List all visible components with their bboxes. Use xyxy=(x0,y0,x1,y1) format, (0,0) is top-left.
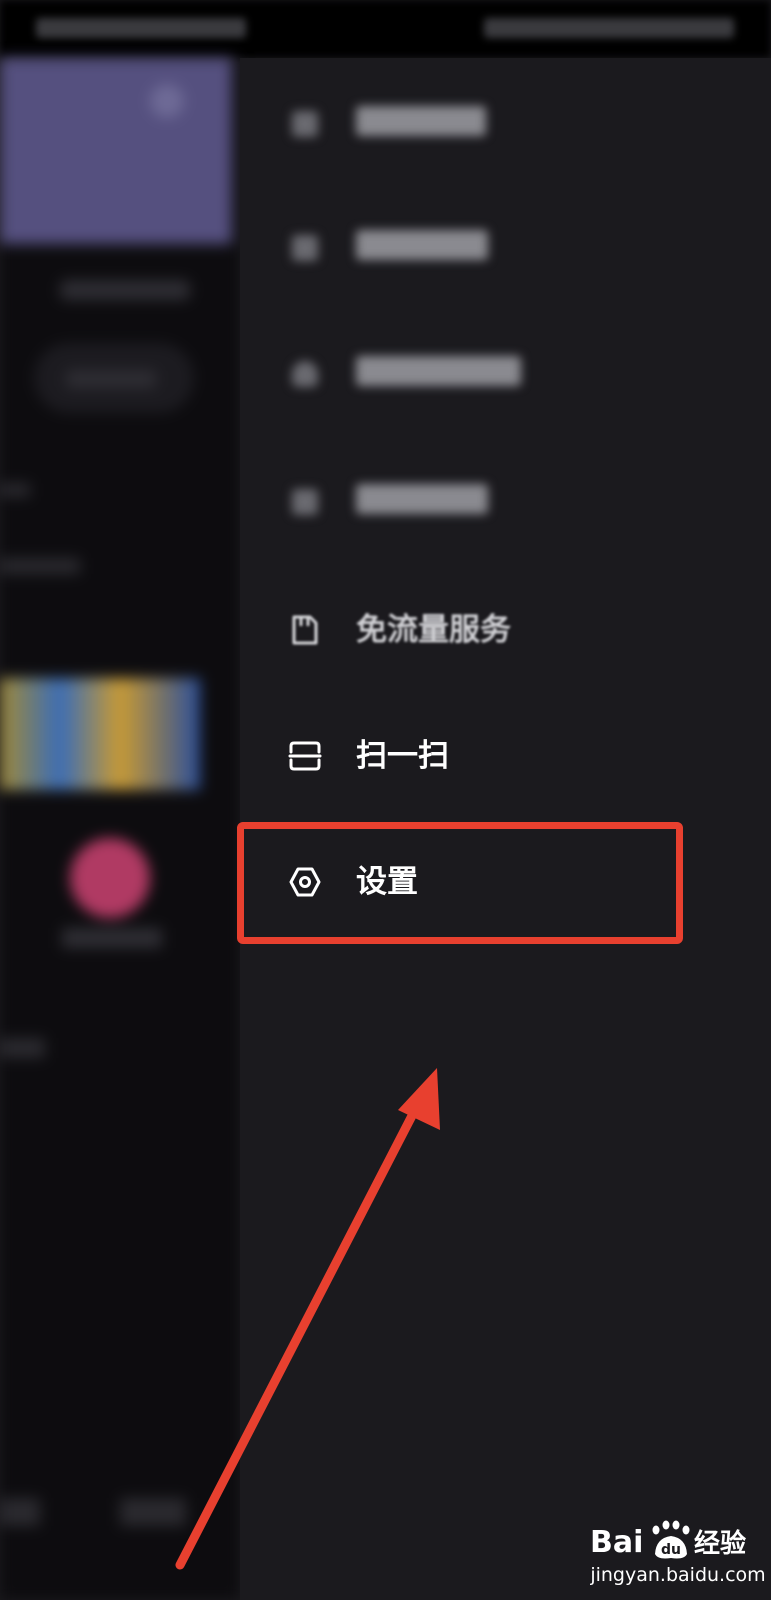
phone-screen: 免流量服务 扫一扫 设置 Bai du 经验 jingyan.baidu.com xyxy=(0,0,771,1600)
blurred-label-placeholder xyxy=(356,106,486,144)
status-bar xyxy=(0,0,771,58)
blurred-thumbnail xyxy=(0,678,200,790)
square-icon xyxy=(288,108,322,140)
menu-item-label: 免流量服务 xyxy=(356,612,511,648)
blurred-tab-row xyxy=(60,280,190,300)
blurred-label-placeholder xyxy=(356,230,488,268)
menu-item-scan[interactable]: 扫一扫 xyxy=(240,716,771,796)
blurred-text xyxy=(0,558,80,574)
banner-button xyxy=(150,84,184,118)
blurred-bottom-tab xyxy=(0,1498,40,1526)
blurred-text xyxy=(0,1038,45,1058)
menu-item-free-data-service[interactable]: 免流量服务 xyxy=(240,590,771,670)
profile-banner xyxy=(0,58,232,244)
menu-item-blurred-2[interactable] xyxy=(240,208,771,288)
menu-item-blurred-1[interactable] xyxy=(240,84,771,164)
watermark-url: jingyan.baidu.com xyxy=(590,1564,766,1586)
status-bar-left-blurred xyxy=(36,18,246,38)
menu-item-blurred-4[interactable] xyxy=(240,462,771,542)
blurred-label-placeholder xyxy=(356,484,488,522)
svg-text:经验: 经验 xyxy=(694,1528,746,1559)
blurred-bottom-tab xyxy=(120,1498,186,1526)
baidu-jingyan-watermark: Bai du 经验 jingyan.baidu.com xyxy=(588,1516,768,1596)
square-icon xyxy=(288,232,322,264)
blurred-pill-text xyxy=(66,370,156,388)
svg-text:Bai: Bai xyxy=(590,1525,643,1560)
menu-item-blurred-3[interactable] xyxy=(240,334,771,414)
blurred-avatar xyxy=(70,838,150,918)
baidu-logo-icon: Bai du 经验 xyxy=(590,1520,746,1560)
blurred-text xyxy=(0,483,30,497)
document-icon xyxy=(288,486,322,518)
status-bar-right-blurred xyxy=(484,18,734,38)
sim-card-icon xyxy=(288,614,322,646)
svg-text:du: du xyxy=(661,1542,681,1558)
heart-icon xyxy=(288,358,322,390)
annotation-highlight-box xyxy=(237,822,683,944)
menu-item-label: 扫一扫 xyxy=(356,738,449,774)
blurred-avatar-label xyxy=(62,928,162,948)
blurred-label-placeholder xyxy=(356,356,521,394)
scan-icon xyxy=(288,740,322,772)
background-app-blurred xyxy=(0,58,240,1600)
